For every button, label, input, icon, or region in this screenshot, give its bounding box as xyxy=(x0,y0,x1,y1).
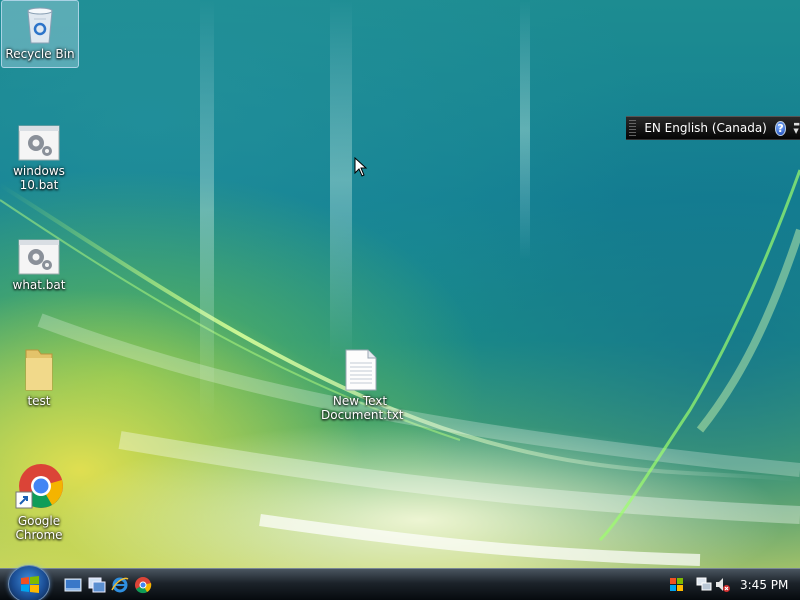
mouse-cursor-icon xyxy=(354,157,368,177)
new-text-document-file[interactable]: New Text Document.txt xyxy=(321,344,404,422)
test-folder[interactable]: test xyxy=(0,342,78,408)
chrome-icon[interactable] xyxy=(134,576,152,594)
windows-update-icon[interactable] xyxy=(668,576,686,594)
desktop-icon-label: Google Chrome xyxy=(15,514,63,542)
recycle-bin-icon xyxy=(27,7,53,44)
system-clock[interactable]: 3:45 PM xyxy=(740,578,788,592)
windows-10-bat-file[interactable]: windows 10.bat xyxy=(0,118,78,192)
folder-icon xyxy=(25,349,53,391)
desktop-icon-label: what.bat xyxy=(12,278,66,292)
network-icon[interactable] xyxy=(696,576,712,594)
language-bar[interactable]: EN English (Canada) ? ▬ ▼ xyxy=(626,116,800,140)
language-bar-options-icon[interactable]: ▬ ▼ xyxy=(793,121,800,135)
chrome-shortcut-icon xyxy=(15,464,63,509)
desktop-icon-label: test xyxy=(27,394,51,408)
taskbar: 3:45 PM xyxy=(0,565,800,600)
show-desktop-icon[interactable] xyxy=(64,576,82,594)
google-chrome-shortcut[interactable]: Google Chrome xyxy=(0,456,78,542)
aurora-streaks xyxy=(0,0,800,566)
recycle-bin-shortcut[interactable]: Recycle Bin xyxy=(1,0,79,68)
desktop-icon-label: Recycle Bin xyxy=(5,47,75,61)
language-bar-grip[interactable] xyxy=(629,120,637,136)
desktop-wallpaper xyxy=(0,0,800,568)
what-bat-file[interactable]: what.bat xyxy=(0,232,78,292)
windows-logo-icon xyxy=(21,576,39,593)
switch-windows-icon[interactable] xyxy=(88,576,106,594)
desktop-icon-label: New Text Document.txt xyxy=(321,394,404,422)
help-icon[interactable]: ? xyxy=(774,120,787,136)
internet-explorer-icon[interactable] xyxy=(111,576,129,594)
batch-file-icon xyxy=(18,125,60,161)
text-file-icon xyxy=(345,349,377,391)
input-language-label[interactable]: EN English (Canada) xyxy=(644,121,767,135)
volume-muted-icon[interactable] xyxy=(714,576,730,594)
batch-file-icon xyxy=(18,239,60,275)
desktop-icon-label: windows 10.bat xyxy=(13,164,65,192)
start-button[interactable] xyxy=(8,565,50,600)
